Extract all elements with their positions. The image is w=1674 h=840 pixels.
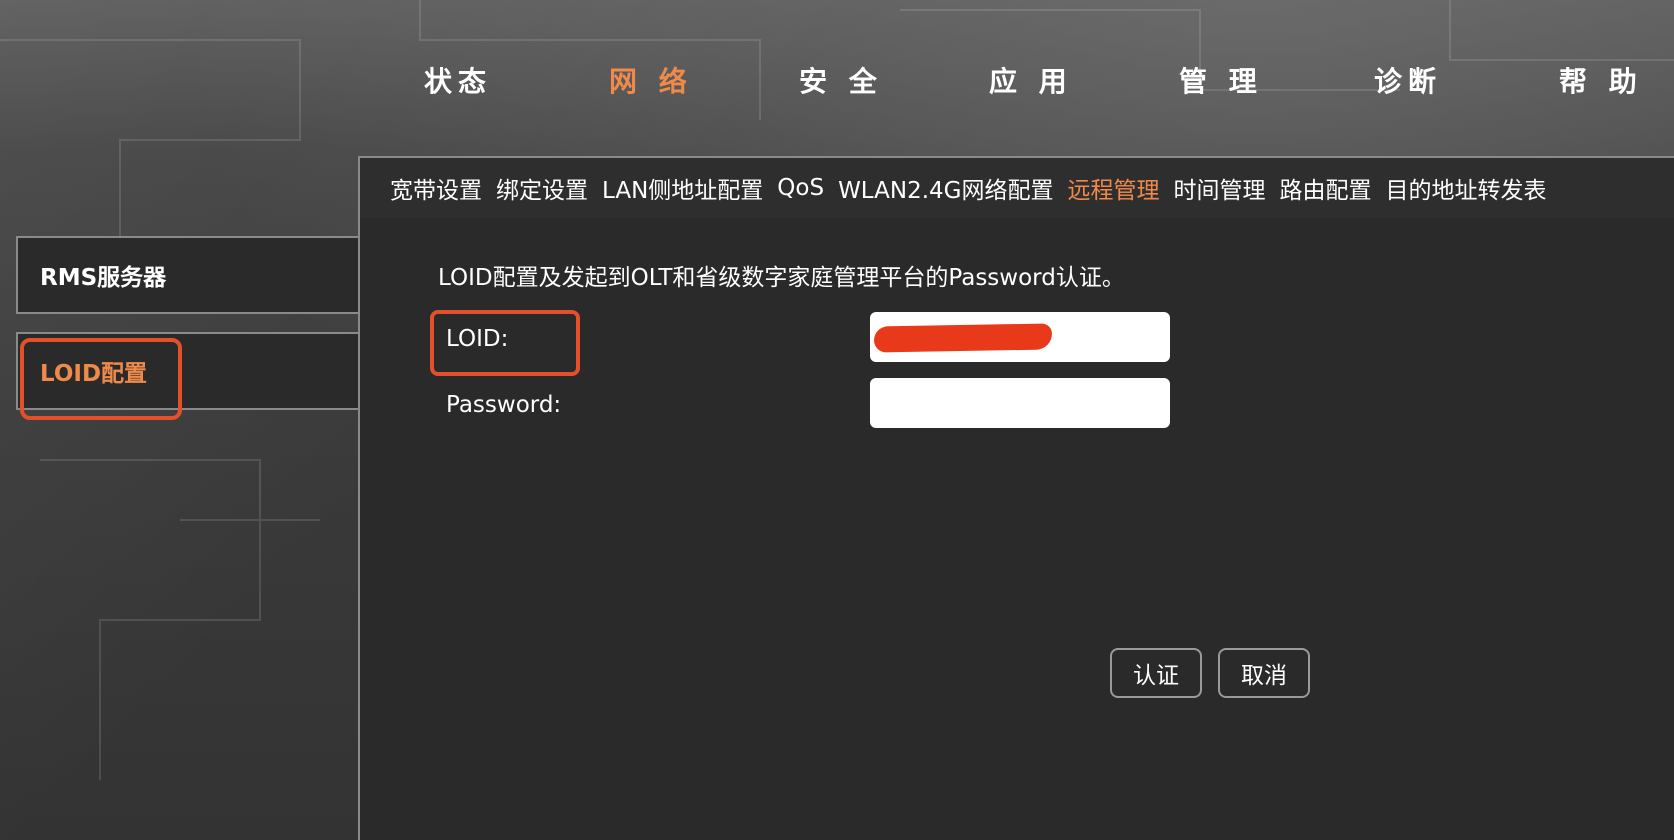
nav-status[interactable]: 状态 — [424, 60, 492, 100]
top-nav: 状态 网 络 安 全 应 用 管 理 诊断 帮 助 — [380, 60, 1674, 110]
subnav-qos[interactable]: QoS — [777, 175, 824, 201]
nav-network[interactable]: 网 络 — [609, 60, 693, 100]
nav-management[interactable]: 管 理 — [1179, 60, 1263, 100]
password-label: Password: — [446, 392, 562, 418]
subnav-broadband[interactable]: 宽带设置 — [390, 171, 482, 205]
password-input[interactable] — [870, 378, 1170, 428]
loid-label: LOID: — [446, 326, 509, 352]
sidebar-item-label: RMS服务器 — [40, 265, 167, 291]
main-panel: LOID配置及发起到OLT和省级数字家庭管理平台的Password认证。 LOI… — [358, 218, 1674, 840]
page-description: LOID配置及发起到OLT和省级数字家庭管理平台的Password认证。 — [438, 265, 1125, 291]
loid-input[interactable] — [870, 312, 1170, 362]
subnav-binding[interactable]: 绑定设置 — [496, 171, 588, 205]
subnav-wlan[interactable]: WLAN2.4G网络配置 — [838, 171, 1053, 205]
nav-diagnostics[interactable]: 诊断 — [1374, 60, 1442, 100]
subnav-routing[interactable]: 路由配置 — [1280, 171, 1372, 205]
subnav-time-management[interactable]: 时间管理 — [1174, 171, 1266, 205]
nav-security[interactable]: 安 全 — [799, 60, 883, 100]
auth-button[interactable]: 认证 — [1110, 648, 1202, 698]
nav-application[interactable]: 应 用 — [989, 60, 1073, 100]
sub-nav: 宽带设置 绑定设置 LAN侧地址配置 QoS WLAN2.4G网络配置 远程管理… — [358, 156, 1674, 218]
subnav-forwarding-table[interactable]: 目的地址转发表 — [1386, 171, 1547, 205]
sidebar-item-rms-server[interactable]: RMS服务器 — [16, 236, 358, 314]
subnav-lan-address[interactable]: LAN侧地址配置 — [602, 171, 763, 205]
sidebar-item-loid-config[interactable]: LOID配置 — [16, 332, 358, 410]
cancel-button[interactable]: 取消 — [1218, 648, 1310, 698]
nav-help[interactable]: 帮 助 — [1559, 60, 1643, 100]
subnav-remote-management[interactable]: 远程管理 — [1068, 171, 1160, 205]
sidebar-item-label: LOID配置 — [40, 361, 148, 387]
